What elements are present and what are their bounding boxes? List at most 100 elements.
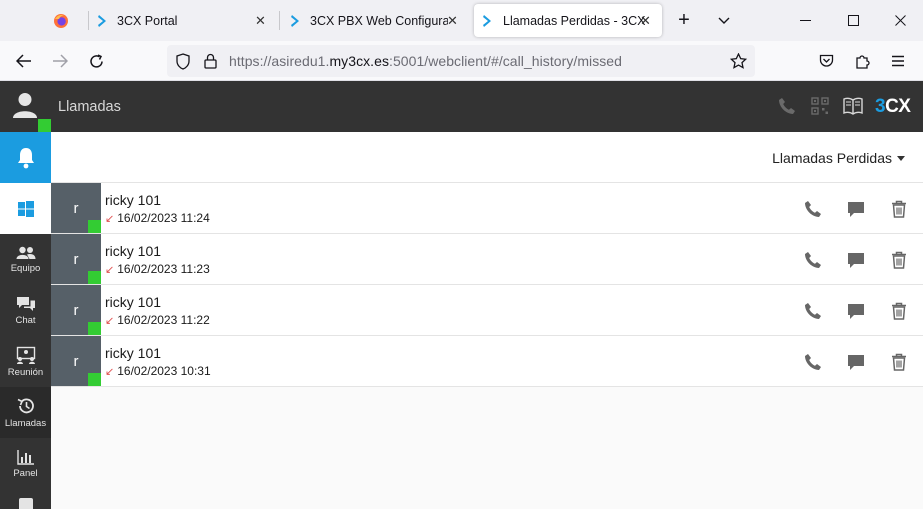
page-title: Llamadas [58, 99, 121, 115]
logo-three: 3 [875, 96, 886, 117]
chat-icon [847, 354, 865, 371]
user-avatar[interactable] [0, 81, 51, 132]
tab-separator [88, 11, 89, 30]
call-history-row[interactable]: r ricky 101 ↙ 16/02/2023 11:22 [51, 285, 923, 336]
trash-icon [891, 353, 907, 371]
tab-separator [279, 11, 280, 30]
forward-button[interactable] [46, 41, 74, 81]
tracking-shield-icon[interactable] [175, 53, 191, 70]
sidebar-item-label: Llamadas [4, 417, 47, 429]
3cx-chevron-icon [483, 14, 491, 27]
avatar-initial: r [73, 199, 79, 217]
dialpad-button[interactable] [778, 95, 796, 117]
close-icon [894, 15, 906, 26]
sidebar-item-notifications[interactable] [0, 132, 51, 183]
lock-icon[interactable] [204, 53, 217, 69]
close-icon[interactable]: ✕ [640, 13, 651, 29]
pocket-icon [819, 54, 833, 67]
close-icon[interactable]: ✕ [447, 13, 458, 29]
missed-call-icon: ↙ [105, 314, 115, 327]
tab-llamadas-perdidas[interactable]: Llamadas Perdidas - 3CX ✕ [474, 4, 662, 37]
call-button[interactable] [802, 300, 824, 322]
app-header: Llamadas 3CX [0, 81, 923, 132]
chat-icon [847, 252, 865, 269]
caller-name: ricky 101 [105, 294, 162, 310]
chat-icon [16, 296, 35, 311]
url-text[interactable]: https://asiredu1.my3cx.es:5001/webclient… [229, 53, 622, 69]
phone-icon [804, 302, 822, 320]
tab-3cx-pbx-config[interactable]: 3CX PBX Web Configurati ✕ [283, 0, 469, 41]
browser-nav-bar: https://asiredu1.my3cx.es:5001/webclient… [0, 41, 923, 81]
call-timestamp: ↙ 16/02/2023 11:24 [105, 211, 210, 225]
delete-button[interactable] [888, 351, 910, 373]
sidebar-item-panel[interactable]: Panel [0, 438, 51, 489]
manual-button[interactable] [843, 95, 863, 117]
sidebar-item-more[interactable] [19, 498, 33, 509]
3cx-chevron-icon [98, 14, 106, 27]
phone-icon [779, 98, 795, 114]
call-button[interactable] [802, 351, 824, 373]
call-history-row[interactable]: r ricky 101 ↙ 16/02/2023 11:24 [51, 183, 923, 234]
chat-button[interactable] [845, 249, 867, 271]
close-icon[interactable]: ✕ [255, 13, 266, 29]
sidebar-item-calls[interactable]: Llamadas [0, 387, 51, 438]
call-history-row[interactable]: r ricky 101 ↙ 16/02/2023 11:23 [51, 234, 923, 285]
call-timestamp: ↙ 16/02/2023 10:31 [105, 364, 211, 378]
list-tabs-button[interactable] [712, 0, 736, 41]
call-history-row[interactable]: r ricky 101 ↙ 16/02/2023 10:31 [51, 336, 923, 387]
tab-firefox[interactable] [40, 0, 82, 41]
call-button[interactable] [802, 249, 824, 271]
call-button[interactable] [802, 198, 824, 220]
bookmark-star-icon[interactable] [730, 53, 747, 69]
chat-button[interactable] [845, 351, 867, 373]
presence-indicator [88, 373, 101, 386]
sidebar-item-chat[interactable]: Chat [0, 285, 51, 336]
reload-icon [89, 53, 103, 68]
3cx-logo: 3CX [875, 96, 911, 118]
sidebar: Equipo Chat Reunión Llamadas Panel [0, 132, 51, 509]
sidebar-item-meeting[interactable]: Reunión [0, 336, 51, 387]
chevron-down-icon [718, 17, 730, 24]
chat-icon [847, 303, 865, 320]
maximize-icon [847, 15, 859, 26]
presence-indicator [38, 119, 51, 132]
call-filter-dropdown[interactable]: Llamadas Perdidas [772, 150, 905, 166]
maximize-button[interactable] [838, 0, 868, 41]
call-filter-label: Llamadas Perdidas [772, 150, 892, 166]
back-button[interactable] [10, 41, 38, 81]
firefox-icon [54, 13, 68, 28]
team-icon [16, 246, 35, 259]
app-menu-button[interactable] [884, 41, 912, 81]
book-icon [843, 97, 863, 115]
delete-button[interactable] [888, 249, 910, 271]
avatar-initial: r [73, 301, 79, 319]
pocket-button[interactable] [812, 41, 840, 81]
tab-label: 3CX PBX Web Configurati [310, 13, 448, 28]
tab-label: Llamadas Perdidas - 3CX [503, 13, 646, 28]
sidebar-item-team[interactable]: Equipo [0, 234, 51, 285]
caller-name: ricky 101 [105, 192, 162, 208]
caller-name: ricky 101 [105, 345, 162, 361]
new-tab-button[interactable]: + [672, 0, 696, 41]
user-icon [13, 93, 37, 118]
url-bar[interactable]: https://asiredu1.my3cx.es:5001/webclient… [167, 45, 755, 77]
sidebar-item-label: Chat [15, 314, 36, 326]
presence-indicator [88, 220, 101, 233]
logo-cx: CX [885, 96, 911, 117]
url-suffix: :5001/webclient/#/call_history/missed [389, 53, 622, 69]
qr-code-button[interactable] [811, 95, 829, 117]
chat-button[interactable] [845, 300, 867, 322]
call-timestamp: ↙ 16/02/2023 11:23 [105, 262, 210, 276]
sidebar-item-windows-app[interactable] [0, 183, 51, 234]
missed-call-icon: ↙ [105, 263, 115, 276]
call-time: 16/02/2023 11:22 [117, 313, 210, 327]
window-close-button[interactable] [885, 0, 915, 41]
delete-button[interactable] [888, 198, 910, 220]
delete-button[interactable] [888, 300, 910, 322]
tab-3cx-portal[interactable]: 3CX Portal ✕ [90, 0, 278, 41]
url-host: my3cx.es [329, 53, 389, 69]
extensions-button[interactable] [848, 41, 876, 81]
chat-button[interactable] [845, 198, 867, 220]
reload-button[interactable] [82, 41, 110, 81]
minimize-button[interactable] [790, 0, 820, 41]
